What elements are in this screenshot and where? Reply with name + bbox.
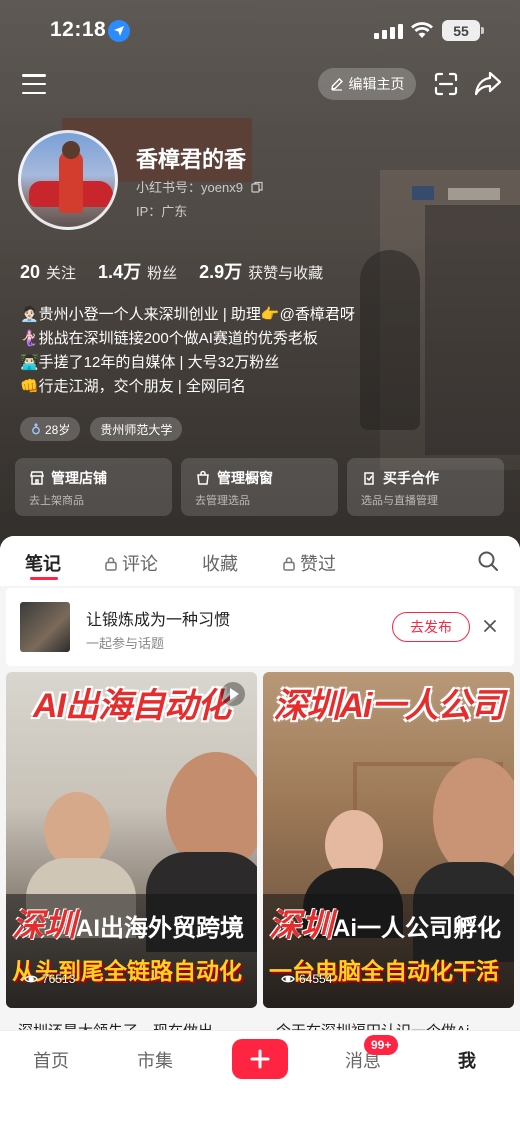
buyer-cooperation-button[interactable]: 买手合作 选品与直播管理 xyxy=(347,458,504,516)
eye-icon xyxy=(281,975,295,983)
manage-shop-sub: 去上架商品 xyxy=(29,495,84,507)
nav-market[interactable]: 市集 xyxy=(137,1047,173,1073)
edit-profile-label: 编辑主页 xyxy=(348,76,405,92)
followers-count: 1.4万 xyxy=(98,262,142,282)
handshake-icon xyxy=(364,472,374,485)
battery-indicator: 55 xyxy=(442,20,484,41)
profile-screen: 12:18 55 编辑主页 香樟君的香 小红书号：yoenx9 IP：广东 20… xyxy=(0,0,520,1125)
lock-icon xyxy=(105,556,117,571)
status-bar: 12:18 55 xyxy=(0,0,520,60)
gender-male-icon xyxy=(32,423,40,435)
edit-profile-button[interactable]: 编辑主页 xyxy=(318,68,416,100)
tab-notes[interactable]: 笔记 xyxy=(25,550,61,576)
note-card[interactable]: 深圳Ai一人公司 深圳Ai一人公司孵化 一台电脑全自动化干活 64554 xyxy=(263,672,514,1008)
note-cover-line1-white: Ai一人公司孵化 xyxy=(333,915,502,942)
avatar[interactable] xyxy=(18,130,118,230)
eye-icon xyxy=(24,975,38,983)
publish-button[interactable]: 去发布 xyxy=(392,612,470,642)
likes-stat[interactable]: 2.9万 获赞与收藏 xyxy=(199,258,323,284)
school-tag-label: 贵州师范大学 xyxy=(100,422,173,437)
topic-thumbnail xyxy=(20,602,70,652)
scan-icon[interactable] xyxy=(433,71,459,102)
lock-icon xyxy=(283,556,295,571)
profile-nickname: 香樟君的香 xyxy=(136,147,247,172)
following-stat[interactable]: 20 关注 xyxy=(20,262,76,283)
share-icon[interactable] xyxy=(474,70,502,101)
manage-window-button[interactable]: 管理橱窗 去管理选品 xyxy=(181,458,338,516)
profile-stats: 20 关注 1.4万 粉丝 2.9万 获赞与收藏 xyxy=(20,258,323,284)
note-cover-line1: 深圳Ai一人公司孵化 xyxy=(269,900,501,946)
redbook-id[interactable]: 小红书号：yoenx9 xyxy=(136,177,263,196)
profile-tags: 28岁 贵州师范大学 xyxy=(20,417,183,441)
note-cover-line1-white: AI出海外贸跨境 xyxy=(76,915,245,942)
manage-window-sub: 去管理选品 xyxy=(195,495,250,507)
content-tabs: 笔记 评论 收藏 赞过 xyxy=(0,536,520,586)
manage-shop-label: 管理店铺 xyxy=(51,470,107,486)
likes-count: 2.9万 xyxy=(199,262,243,282)
buyer-cooperation-sub: 选品与直播管理 xyxy=(361,495,438,507)
close-icon[interactable] xyxy=(482,618,498,639)
buyer-cooperation-label: 买手合作 xyxy=(383,470,439,486)
followers-label: 粉丝 xyxy=(147,265,178,282)
note-cover-title: AI出海自动化 xyxy=(33,687,231,725)
active-tab-indicator xyxy=(30,577,58,580)
followers-stat[interactable]: 1.4万 粉丝 xyxy=(98,258,177,284)
age-tag-label: 28岁 xyxy=(45,422,71,437)
menu-icon[interactable] xyxy=(22,74,46,94)
tab-comments-label: 评论 xyxy=(122,554,158,574)
creator-tools: 管理店铺 去上架商品 管理橱窗 去管理选品 买手合作 选品与直播管理 xyxy=(15,458,504,516)
tab-likes[interactable]: 赞过 xyxy=(282,550,336,576)
bottom-nav: 首页 市集 消息 99+ 我 xyxy=(0,1030,520,1125)
note-cover-line1-red: 深圳 xyxy=(269,907,334,943)
tab-notes-label: 笔记 xyxy=(25,554,61,574)
pencil-icon xyxy=(330,78,343,91)
note-views-count: 64554 xyxy=(299,972,333,986)
nav-home[interactable]: 首页 xyxy=(33,1047,69,1073)
bio-line: 👊行走江湖，交个朋友 | 全网同名 xyxy=(20,378,246,395)
cellular-signal-icon xyxy=(374,24,403,39)
shop-icon xyxy=(30,471,44,485)
bio-line: 🧜🏻‍♀️挑战在深圳链接200个做AI赛道的优秀老板 xyxy=(20,330,318,347)
profile-top-bar: 编辑主页 xyxy=(0,64,520,104)
note-card[interactable]: AI出海自动化 深圳AI出海外贸跨境 从头到尾全链路自动化 76513 xyxy=(6,672,257,1008)
topic-banner[interactable]: 让锻炼成为一种习惯 一起参与话题 去发布 xyxy=(6,588,514,666)
tab-collections[interactable]: 收藏 xyxy=(202,550,238,576)
note-views: 64554 xyxy=(281,972,332,986)
messages-badge: 99+ xyxy=(364,1035,399,1055)
copy-icon[interactable] xyxy=(250,181,263,193)
school-tag: 贵州师范大学 xyxy=(90,417,183,441)
age-tag: 28岁 xyxy=(20,417,81,441)
following-label: 关注 xyxy=(46,265,77,282)
nav-me[interactable]: 我 xyxy=(458,1047,476,1073)
wifi-icon xyxy=(410,20,434,45)
note-cover-line1: 深圳AI出海外贸跨境 xyxy=(12,900,244,946)
manage-window-label: 管理橱窗 xyxy=(217,470,273,486)
note-views-count: 76513 xyxy=(42,972,76,986)
bio-line: 👨🏻‍💻手搓了12年的自媒体 | 大号32万粉丝 xyxy=(20,354,280,371)
note-views: 76513 xyxy=(24,972,75,986)
bio-line: 🧑🏻‍💼贵州小登一个人来深圳创业 | 助理👉@香樟君呀 xyxy=(20,306,355,323)
likes-label: 获赞与收藏 xyxy=(248,265,324,282)
topic-subtitle: 一起参与话题 xyxy=(86,636,165,651)
note-cover-title: 深圳Ai一人公司 xyxy=(273,687,505,725)
video-play-icon xyxy=(221,682,245,706)
search-icon[interactable] xyxy=(477,550,499,577)
topic-title: 让锻炼成为一种习惯 xyxy=(86,612,231,629)
shopping-bag-icon xyxy=(197,470,209,485)
profile-bio: 🧑🏻‍💼贵州小登一个人来深圳创业 | 助理👉@香樟君呀 🧜🏻‍♀️挑战在深圳链接… xyxy=(20,303,355,399)
status-time: 12:18 xyxy=(50,18,107,41)
plus-icon xyxy=(250,1049,270,1069)
publish-plus-button[interactable] xyxy=(232,1039,288,1079)
note-cover-line1-red: 深圳 xyxy=(12,907,77,943)
location-arrow-icon xyxy=(108,20,130,42)
tab-collections-label: 收藏 xyxy=(202,554,238,574)
ip-location: IP：广东 xyxy=(136,204,188,219)
tab-comments[interactable]: 评论 xyxy=(104,550,158,576)
following-count: 20 xyxy=(20,262,41,282)
tab-likes-label: 赞过 xyxy=(300,554,336,574)
redbook-id-text: 小红书号：yoenx9 xyxy=(136,180,243,195)
manage-shop-button[interactable]: 管理店铺 去上架商品 xyxy=(15,458,172,516)
